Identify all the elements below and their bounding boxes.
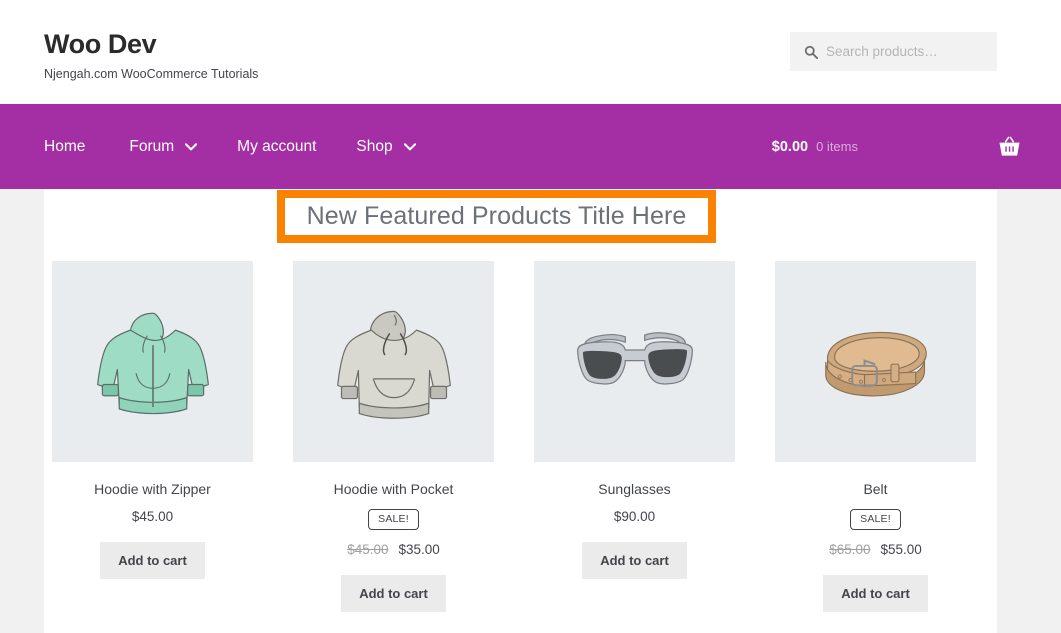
product-sale-price: $35.00: [398, 541, 440, 557]
nav-item-shop[interactable]: Shop: [356, 138, 439, 156]
nav-item-home[interactable]: Home: [44, 138, 109, 156]
nav-item-forum[interactable]: Forum: [129, 138, 221, 156]
product-regular-price: $45.00: [347, 541, 389, 557]
chevron-down-icon: [185, 142, 198, 151]
product-price: $45.00: [131, 509, 174, 525]
nav-item-label: Home: [44, 137, 86, 155]
featured-title-highlight-box: New Featured Products Title Here: [277, 190, 716, 243]
cart-total-amount: $0.00: [771, 138, 809, 155]
product-card[interactable]: Sunglasses $90.00 Add to cart: [534, 261, 735, 612]
search-icon: [804, 45, 818, 59]
primary-navigation-bar: Home Forum My account Shop $0.00 0 items: [0, 104, 1061, 189]
product-regular-price: $65.00: [829, 541, 871, 557]
nav-item-my-account[interactable]: My account: [237, 138, 340, 156]
nav-item-label: My account: [237, 137, 317, 155]
product-image-belt[interactable]: [775, 261, 976, 462]
product-card[interactable]: Belt SALE! $65.00 $55.00 Add to cart: [775, 261, 976, 612]
site-branding: Woo Dev Njengah.com WooCommerce Tutorial…: [44, 29, 259, 82]
product-price-row: $65.00 $55.00: [829, 542, 922, 558]
sale-badge: SALE!: [850, 509, 901, 530]
product-image-hoodie-with-zipper[interactable]: [52, 261, 253, 462]
product-title[interactable]: Hoodie with Zipper: [94, 480, 211, 498]
site-title[interactable]: Woo Dev: [44, 29, 258, 60]
nav-item-label: Shop: [356, 137, 393, 155]
product-title[interactable]: Belt: [863, 480, 887, 498]
cart-item-count: 0 items: [816, 139, 858, 154]
chevron-down-icon: [403, 142, 416, 151]
shopping-basket-icon[interactable]: [998, 136, 1021, 157]
product-title[interactable]: Sunglasses: [598, 480, 670, 498]
primary-menu: Home Forum My account Shop: [44, 104, 456, 189]
add-to-cart-button[interactable]: Add to cart: [582, 542, 687, 580]
search-input[interactable]: [826, 44, 976, 59]
nav-item-label: Forum: [129, 137, 175, 155]
site-header: Woo Dev Njengah.com WooCommerce Tutorial…: [0, 0, 1061, 104]
featured-products-title: New Featured Products Title Here: [306, 202, 687, 230]
add-to-cart-button[interactable]: Add to cart: [100, 542, 205, 580]
product-image-hoodie-with-pocket[interactable]: [293, 261, 494, 462]
product-title[interactable]: Hoodie with Pocket: [334, 480, 454, 498]
main-content: New Featured Products Title Here Hoodie …: [44, 189, 997, 633]
sale-badge: SALE!: [368, 509, 419, 530]
site-tagline: Njengah.com WooCommerce Tutorials: [44, 66, 259, 81]
product-price: $90.00: [613, 509, 656, 525]
add-to-cart-button[interactable]: Add to cart: [823, 574, 928, 612]
product-price-row: $90.00: [614, 509, 655, 525]
product-sale-price: $55.00: [880, 541, 922, 557]
product-card[interactable]: Hoodie with Pocket SALE! $45.00 $35.00 A…: [293, 261, 494, 612]
product-price-row: $45.00: [132, 509, 173, 525]
product-search-form[interactable]: [790, 32, 997, 71]
cart-summary[interactable]: $0.00 0 items: [772, 104, 1021, 189]
product-price-row: $45.00 $35.00: [347, 542, 440, 558]
add-to-cart-button[interactable]: Add to cart: [341, 574, 446, 612]
featured-products-grid: Hoodie with Zipper $45.00 Add to cart Ho…: [52, 261, 997, 612]
product-image-sunglasses[interactable]: [534, 261, 735, 462]
product-card[interactable]: Hoodie with Zipper $45.00 Add to cart: [52, 261, 253, 612]
